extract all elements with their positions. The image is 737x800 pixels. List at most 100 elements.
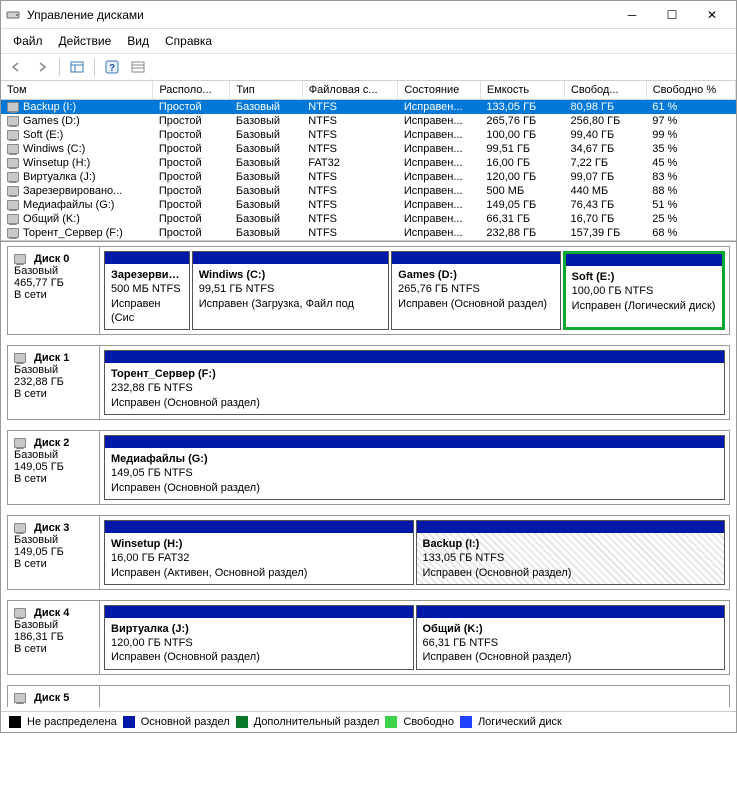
- disk-row[interactable]: Диск 3Базовый149,05 ГБВ сетиWinsetup (H:…: [7, 515, 730, 590]
- disk-name: Диск 4: [34, 607, 69, 619]
- maximize-button[interactable]: ☐: [652, 3, 692, 27]
- properties-button[interactable]: [127, 56, 149, 78]
- close-button[interactable]: ✕: [692, 3, 732, 27]
- disk-info[interactable]: Диск 2Базовый149,05 ГБВ сети: [8, 431, 100, 504]
- partition[interactable]: Общий (K:)66,31 ГБ NTFSИсправен (Основно…: [416, 605, 726, 670]
- table-row[interactable]: Виртуалка (J:)ПростойБазовыйNTFSИсправен…: [1, 170, 736, 184]
- legend-swatch-logical: [460, 716, 472, 728]
- column-header[interactable]: Состояние: [398, 81, 481, 100]
- menu-view[interactable]: Вид: [119, 31, 157, 51]
- disk-name: Диск 0: [34, 253, 69, 265]
- partition[interactable]: Windiws (C:)99,51 ГБ NTFSИсправен (Загру…: [192, 251, 389, 330]
- toolbar-separator: [94, 58, 95, 76]
- disk-icon: [14, 438, 26, 448]
- partition-header: [105, 436, 724, 448]
- table-row[interactable]: Торент_Сервер (F:)ПростойБазовыйNTFSИспр…: [1, 226, 736, 240]
- minimize-button[interactable]: ─: [612, 3, 652, 27]
- partition-status: Исправен (Активен, Основной раздел): [111, 566, 407, 580]
- disk-row[interactable]: Диск 2Базовый149,05 ГБВ сетиМедиафайлы (…: [7, 430, 730, 505]
- disk-type: Базовый: [14, 534, 93, 546]
- column-header[interactable]: Свобод...: [564, 81, 646, 100]
- partition[interactable]: Медиафайлы (G:)149,05 ГБ NTFSИсправен (О…: [104, 435, 725, 500]
- forward-button[interactable]: [31, 56, 53, 78]
- partition-size: 133,05 ГБ NTFS: [423, 551, 719, 565]
- volume-table[interactable]: ТомРасполо...ТипФайловая с...СостояниеЕм…: [1, 81, 736, 240]
- table-header-row[interactable]: ТомРасполо...ТипФайловая с...СостояниеЕм…: [1, 81, 736, 100]
- disk-row[interactable]: Диск 0Базовый465,77 ГБВ сетиЗарезервиров…: [7, 246, 730, 335]
- back-button[interactable]: [5, 56, 27, 78]
- table-row[interactable]: Windiws (C:)ПростойБазовыйNTFSИсправен..…: [1, 142, 736, 156]
- partition[interactable]: Winsetup (H:)16,00 ГБ FAT32Исправен (Акт…: [104, 520, 414, 585]
- disk-row[interactable]: Диск 4Базовый186,31 ГБВ сетиВиртуалка (J…: [7, 600, 730, 675]
- disk-info[interactable]: Диск 1Базовый232,88 ГБВ сети: [8, 346, 100, 419]
- table-row[interactable]: Winsetup (H:)ПростойБазовыйFAT32Исправен…: [1, 156, 736, 170]
- partition-size: 149,05 ГБ NTFS: [111, 466, 718, 480]
- disk-row[interactable]: Диск 1Базовый232,88 ГБВ сетиТорент_Серве…: [7, 345, 730, 420]
- partition-status: Исправен (Основной раздел): [111, 396, 718, 410]
- table-row[interactable]: Soft (E:)ПростойБазовыйNTFSИсправен...10…: [1, 128, 736, 142]
- drive-icon: [7, 214, 19, 224]
- menu-file[interactable]: Файл: [5, 31, 51, 51]
- disk-graphical-panel[interactable]: Диск 0Базовый465,77 ГБВ сетиЗарезервиров…: [1, 241, 736, 711]
- partition[interactable]: Виртуалка (J:)120,00 ГБ NTFSИсправен (Ос…: [104, 605, 414, 670]
- partition-status: Исправен (Загрузка, Файл под: [199, 297, 382, 311]
- partition-header: [105, 521, 413, 533]
- column-header[interactable]: Том: [1, 81, 153, 100]
- disk-management-window: Управление дисками ─ ☐ ✕ Файл Действие В…: [0, 0, 737, 733]
- disk-partitions: Торент_Сервер (F:)232,88 ГБ NTFSИсправен…: [100, 346, 729, 419]
- disk-status: В сети: [14, 643, 93, 655]
- partition[interactable]: Backup (I:)133,05 ГБ NTFSИсправен (Основ…: [416, 520, 726, 585]
- column-header[interactable]: Располо...: [153, 81, 230, 100]
- views-button[interactable]: [66, 56, 88, 78]
- partition[interactable]: Зарезервиров500 МБ NTFSИсправен (Сис: [104, 251, 190, 330]
- table-row[interactable]: Медиафайлы (G:)ПростойБазовыйNTFSИсправе…: [1, 198, 736, 212]
- disk-row[interactable]: Диск 5: [7, 685, 730, 707]
- table-row[interactable]: Общий (K:)ПростойБазовыйNTFSИсправен...6…: [1, 212, 736, 226]
- column-header[interactable]: Файловая с...: [302, 81, 398, 100]
- partition-status: Исправен (Основной раздел): [423, 650, 719, 664]
- legend-swatch-primary: [123, 716, 135, 728]
- app-icon: [5, 7, 21, 23]
- partition[interactable]: Торент_Сервер (F:)232,88 ГБ NTFSИсправен…: [104, 350, 725, 415]
- partition-name: Games (D:): [398, 268, 554, 282]
- partition-name: Виртуалка (J:): [111, 622, 407, 636]
- partition[interactable]: Soft (E:)100,00 ГБ NTFSИсправен (Логичес…: [563, 251, 725, 330]
- column-header[interactable]: Свободно %: [646, 81, 735, 100]
- partition-status: Исправен (Основной раздел): [111, 650, 407, 664]
- disk-info[interactable]: Диск 0Базовый465,77 ГБВ сети: [8, 247, 100, 334]
- disk-info[interactable]: Диск 4Базовый186,31 ГБВ сети: [8, 601, 100, 674]
- column-header[interactable]: Тип: [230, 81, 302, 100]
- disk-type: Базовый: [14, 364, 93, 376]
- table-row[interactable]: Зарезервировано...ПростойБазовыйNTFSИспр…: [1, 184, 736, 198]
- partition-header: [105, 351, 724, 363]
- disk-info[interactable]: Диск 3Базовый149,05 ГБВ сети: [8, 516, 100, 589]
- partition-header: [105, 606, 413, 618]
- partition-header: [417, 521, 725, 533]
- disk-info[interactable]: Диск 5: [8, 686, 100, 707]
- menu-action[interactable]: Действие: [51, 31, 120, 51]
- partition-size: 99,51 ГБ NTFS: [199, 282, 382, 296]
- column-header[interactable]: Емкость: [480, 81, 564, 100]
- volume-list: ТомРасполо...ТипФайловая с...СостояниеЕм…: [1, 81, 736, 241]
- partition[interactable]: Games (D:)265,76 ГБ NTFSИсправен (Основн…: [391, 251, 561, 330]
- content-area: ТомРасполо...ТипФайловая с...СостояниеЕм…: [1, 81, 736, 732]
- drive-icon: [7, 172, 19, 182]
- disk-status: В сети: [14, 289, 93, 301]
- partition-header: [105, 252, 189, 264]
- titlebar[interactable]: Управление дисками ─ ☐ ✕: [1, 1, 736, 29]
- disk-icon: [14, 693, 26, 703]
- partition-size: 120,00 ГБ NTFS: [111, 636, 407, 650]
- partition-size: 500 МБ NTFS: [111, 282, 183, 296]
- partition-name: Зарезервиров: [111, 268, 183, 282]
- disk-partitions: [100, 686, 729, 707]
- help-button[interactable]: ?: [101, 56, 123, 78]
- toolbar: ?: [1, 54, 736, 81]
- partition-body: Soft (E:)100,00 ГБ NTFSИсправен (Логичес…: [566, 266, 722, 317]
- menu-help[interactable]: Справка: [157, 31, 220, 51]
- legend-label: Логический диск: [478, 716, 562, 728]
- table-row[interactable]: Backup (I:)ПростойБазовыйNTFSИсправен...…: [1, 100, 736, 115]
- menubar: Файл Действие Вид Справка: [1, 29, 736, 54]
- partition-body: Общий (K:)66,31 ГБ NTFSИсправен (Основно…: [417, 618, 725, 669]
- disk-partitions: Winsetup (H:)16,00 ГБ FAT32Исправен (Акт…: [100, 516, 729, 589]
- table-row[interactable]: Games (D:)ПростойБазовыйNTFSИсправен...2…: [1, 114, 736, 128]
